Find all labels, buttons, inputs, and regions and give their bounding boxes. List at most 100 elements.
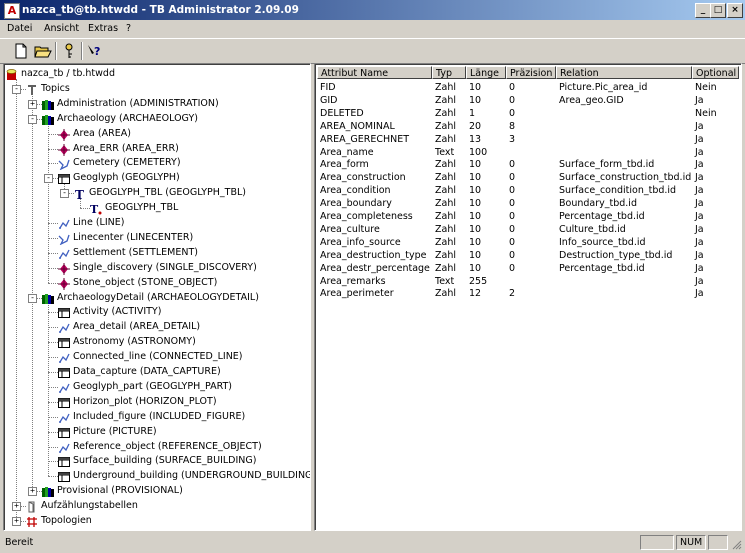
key-icon[interactable] <box>60 42 78 60</box>
line-icon <box>58 218 70 229</box>
tree-item-label: Geoglyph_part (GEOGLYPH_PART) <box>73 380 233 392</box>
table-row[interactable]: Area_culture Zahl 10 0 Culture_tbd.id Ja <box>317 223 741 236</box>
table-row[interactable]: Area_remarks Text 255 Ja <box>317 275 741 288</box>
tree-connector <box>48 416 58 418</box>
expand-button[interactable]: + <box>12 517 21 526</box>
table-row[interactable]: Area_condition Zahl 10 0 Surface_condition_t… <box>317 184 741 197</box>
cell-relation: Boundary_tbd.id <box>559 198 637 210</box>
column-header-relation[interactable]: Relation <box>556 66 692 79</box>
menu-extras[interactable]: Extras <box>88 23 118 34</box>
cell-optional: Ja <box>695 198 704 210</box>
cell-precision: 0 <box>509 223 516 235</box>
table-row[interactable]: Area_form Zahl 10 0 Surface_form_tbd.id Ja <box>317 158 741 171</box>
expand-button[interactable]: + <box>28 99 37 109</box>
tree-item-label: Topics <box>41 82 70 94</box>
table-row[interactable]: Area_boundary Zahl 10 0 Boundary_tbd.id Ja <box>317 197 741 210</box>
table-row[interactable]: DELETED Zahl 1 0 Nein <box>317 107 741 120</box>
text-table-icon: T <box>74 188 86 202</box>
cell-length: 10 <box>469 172 482 184</box>
cell-length: 10 <box>469 198 482 210</box>
collapse-button[interactable]: - <box>44 174 53 184</box>
collapse-button[interactable]: - <box>28 114 37 124</box>
maximize-button[interactable]: □ <box>710 3 726 18</box>
app-logo-icon[interactable]: A <box>4 3 20 19</box>
column-header-optional[interactable]: Optional <box>692 66 739 79</box>
tree-connector <box>48 312 58 314</box>
cell-length: 255 <box>469 275 488 287</box>
open-folder-icon[interactable] <box>34 42 52 60</box>
table-icon <box>58 307 70 319</box>
column-header-precision[interactable]: Präzision <box>506 66 556 79</box>
cell-length: 10 <box>469 236 482 248</box>
cell-attribute-name: Area_culture <box>320 223 380 235</box>
column-header-length[interactable]: Länge <box>466 66 506 79</box>
cell-optional: Ja <box>695 172 704 184</box>
tree-connector <box>48 148 58 150</box>
cell-optional: Ja <box>695 288 704 300</box>
tree-item-label: Aufzählungstabellen <box>41 500 138 512</box>
cell-type: Zahl <box>435 223 456 235</box>
expand-button[interactable]: + <box>28 487 37 497</box>
svg-text:?: ? <box>94 45 100 58</box>
cell-precision: 0 <box>509 211 516 222</box>
tree-connector <box>48 446 58 448</box>
cell-relation: Area_geo.GID <box>559 94 624 106</box>
column-header-attribute-name[interactable]: Attribut Name <box>317 66 432 79</box>
new-file-icon[interactable] <box>12 42 30 60</box>
help-icon[interactable]: ? <box>86 42 104 60</box>
title-bar[interactable]: A nazca_tb@tb.htwdd - TB Administrator 2… <box>0 0 745 20</box>
tree-connector <box>48 461 58 463</box>
text-table-icon: T <box>90 203 102 216</box>
table-row[interactable]: Area_construction Zahl 10 0 Surface_construc… <box>317 171 741 184</box>
tree-connector <box>48 252 58 254</box>
table-row[interactable]: Area_perimeter Zahl 12 2 Ja <box>317 287 741 300</box>
close-button[interactable]: × <box>727 3 743 18</box>
tree-connector <box>48 302 49 477</box>
minimize-button[interactable]: _ <box>695 3 711 18</box>
area-icon <box>58 128 70 141</box>
column-header-type[interactable]: Typ <box>432 66 466 79</box>
table-icon <box>58 427 70 438</box>
table-row[interactable]: GID Zahl 10 0 Area_geo.GID Ja <box>317 94 741 107</box>
cell-optional: Ja <box>695 94 704 106</box>
tree-connector <box>48 372 58 373</box>
cell-type: Zahl <box>435 236 456 248</box>
cell-precision: 0 <box>509 172 516 184</box>
table-row[interactable]: Area_destruction_type Zahl 10 0 Destruction_… <box>317 249 741 262</box>
area-icon <box>58 277 70 290</box>
cell-type: Zahl <box>435 262 456 274</box>
tree-item-label: GEOGLYPH_TBL <box>105 202 179 214</box>
database-icon <box>6 69 18 80</box>
collapse-button[interactable]: - <box>12 84 21 94</box>
table-row[interactable]: AREA_NOMINAL Zahl 20 8 Ja <box>317 120 741 133</box>
menu-datei[interactable]: Datei <box>7 23 32 34</box>
cell-precision: 0 <box>509 185 516 197</box>
attribute-list[interactable]: Attribut Name Typ Länge Präzision Relati… <box>314 63 742 531</box>
resize-grip-icon[interactable] <box>730 538 742 550</box>
table-row[interactable]: Area_info_source Zahl 10 0 Info_source_tbd.i… <box>317 236 741 249</box>
tree-item-label: Activity (ACTIVITY) <box>73 306 162 318</box>
cell-type: Zahl <box>435 133 456 145</box>
cell-attribute-name: AREA_NOMINAL <box>320 120 395 132</box>
collapse-button[interactable]: - <box>28 293 37 303</box>
table-row[interactable]: Area_name Text 100 Ja <box>317 146 741 159</box>
topic-tree[interactable]: nazca_tb / tb.htwdd - Topics + Administratio… <box>3 63 311 531</box>
tree-connector <box>48 342 58 344</box>
table-row[interactable]: AREA_GERECHNET Zahl 13 3 Ja <box>317 133 741 146</box>
status-panel <box>708 535 728 550</box>
tree-item-label: ArchaeologyDetail (ARCHAEOLOGYDETAIL) <box>57 291 259 303</box>
collapse-button[interactable]: - <box>60 189 69 199</box>
table-row[interactable]: Area_completeness Zahl 10 0 Percentage_tbd.i… <box>317 210 741 223</box>
expand-button[interactable]: + <box>12 502 21 512</box>
menu-ansicht[interactable]: Ansicht <box>44 23 79 34</box>
cell-length: 13 <box>469 133 482 145</box>
menu-help[interactable]: ? <box>126 23 131 34</box>
cell-optional: Ja <box>695 249 704 261</box>
area-icon <box>58 262 70 275</box>
table-row[interactable]: FID Zahl 10 0 Picture.Pic_area_id Nein <box>317 81 741 94</box>
table-row[interactable]: Area_destr_percentage Zahl 10 0 Percentage_t… <box>317 262 741 275</box>
window-title: nazca_tb@tb.htwdd - TB Administrator 2.0… <box>22 4 299 16</box>
tree-connector <box>48 163 58 165</box>
cell-precision: 0 <box>509 236 516 248</box>
line-icon <box>58 248 70 259</box>
